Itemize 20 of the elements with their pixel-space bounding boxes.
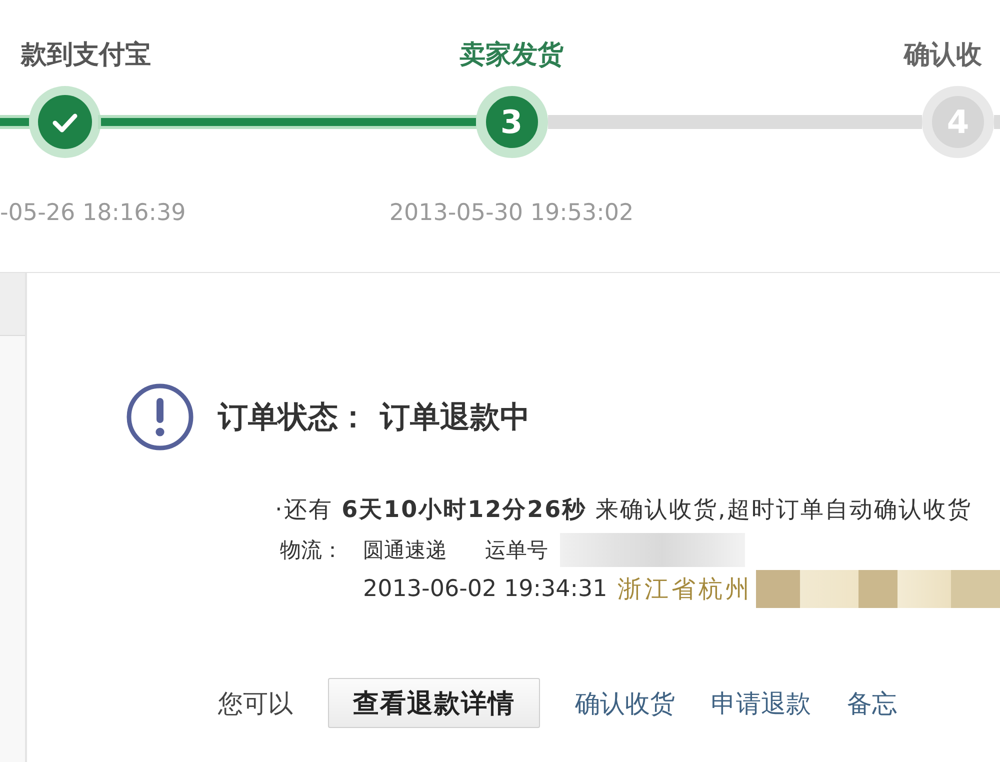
update-time: 2013-06-02 19:34:31 (363, 576, 608, 602)
refund-details-button[interactable]: 查看退款详情 (328, 678, 540, 728)
update-place: 浙江省杭州 (617, 574, 752, 604)
step-label: 款到支付宝 (21, 40, 151, 70)
actions-intro: 您可以 (218, 688, 293, 720)
action-link[interactable]: 备忘 (847, 686, 897, 720)
step-label: 确认收 (904, 40, 982, 70)
step-date: 2013-05-30 19:53:02 (389, 199, 634, 228)
tracking-label: 运单号 (485, 536, 548, 564)
step-marker: 3 (476, 86, 548, 158)
exclamation-circle-icon (126, 383, 194, 451)
step-label: 卖家发货 (460, 40, 564, 70)
action-link[interactable]: 确认收货 (575, 686, 675, 720)
action-link[interactable]: 申请退款 (711, 686, 811, 720)
countdown-text: ·还有 6天10小时12分26秒 来确认收货,超时订单自动确认收货 (275, 496, 973, 525)
carrier-name: 圆通速递 (363, 536, 447, 564)
status-label: 订单状态： (218, 398, 368, 436)
step-date: -05-26 18:16:39 (0, 199, 186, 228)
logistics-label: 物流： (279, 536, 344, 564)
status-value: 订单退款中 (380, 398, 530, 436)
